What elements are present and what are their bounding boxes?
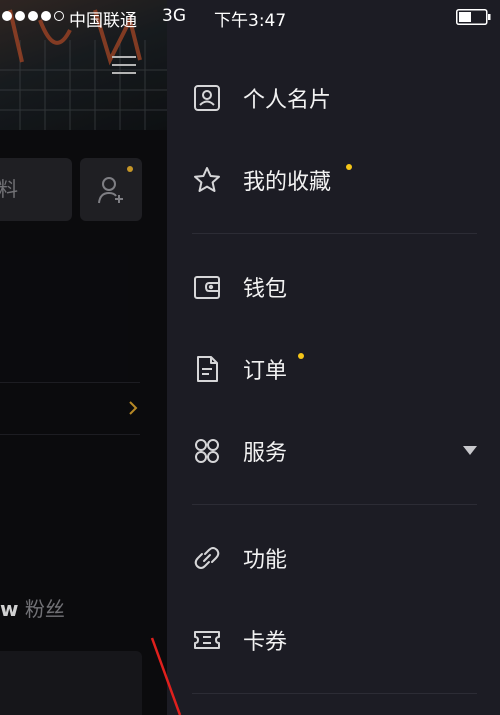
star-icon bbox=[194, 167, 220, 192]
status-bar: 中国联通 3G 下午3:47 bbox=[0, 0, 500, 34]
menu-item-label: 功能 bbox=[243, 548, 288, 573]
menu-item-label: 服务 bbox=[243, 441, 288, 466]
menu-item-label: 卡券 bbox=[243, 630, 288, 655]
menu-item-business-card[interactable]: 个人名片 bbox=[167, 68, 500, 128]
expand-arrow-icon bbox=[463, 446, 477, 455]
menu-item-label: 个人名片 bbox=[243, 88, 332, 113]
menu-item-label: 我的收藏 bbox=[243, 170, 332, 195]
menu-item-label: 订单 bbox=[243, 359, 288, 384]
menu-item-wallet[interactable]: 钱包 bbox=[167, 257, 500, 317]
battery-icon bbox=[456, 9, 491, 25]
menu-item-orders[interactable]: 订单 bbox=[167, 339, 500, 399]
divider bbox=[192, 693, 477, 694]
profile-page-background: 料 w 粉丝 bbox=[0, 0, 170, 715]
ticket-icon bbox=[194, 631, 220, 649]
order-icon bbox=[197, 356, 218, 382]
service-icon bbox=[195, 439, 219, 463]
menu-item-functions[interactable]: 功能 bbox=[167, 528, 500, 588]
new-badge-dot bbox=[346, 164, 352, 170]
divider bbox=[192, 504, 477, 505]
signal-strength-icon bbox=[2, 11, 64, 21]
menu-item-coupons[interactable]: 卡券 bbox=[167, 610, 500, 670]
side-drawer: 个人名片 我的收藏 钱包 订单 服务 功能 卡券 bbox=[167, 0, 500, 715]
menu-item-favorites[interactable]: 我的收藏 bbox=[167, 150, 500, 210]
wallet-icon bbox=[194, 276, 220, 299]
network-type: 3G bbox=[162, 6, 186, 26]
menu-item-services[interactable]: 服务 bbox=[167, 421, 500, 481]
link-icon bbox=[194, 547, 220, 569]
new-badge-dot bbox=[298, 353, 304, 359]
carrier-name: 中国联通 bbox=[69, 11, 137, 31]
menu-item-label: 钱包 bbox=[243, 277, 288, 302]
divider bbox=[192, 233, 477, 234]
id-card-icon bbox=[194, 85, 220, 111]
clock: 下午3:47 bbox=[214, 11, 287, 31]
annotation-stroke bbox=[150, 637, 182, 715]
